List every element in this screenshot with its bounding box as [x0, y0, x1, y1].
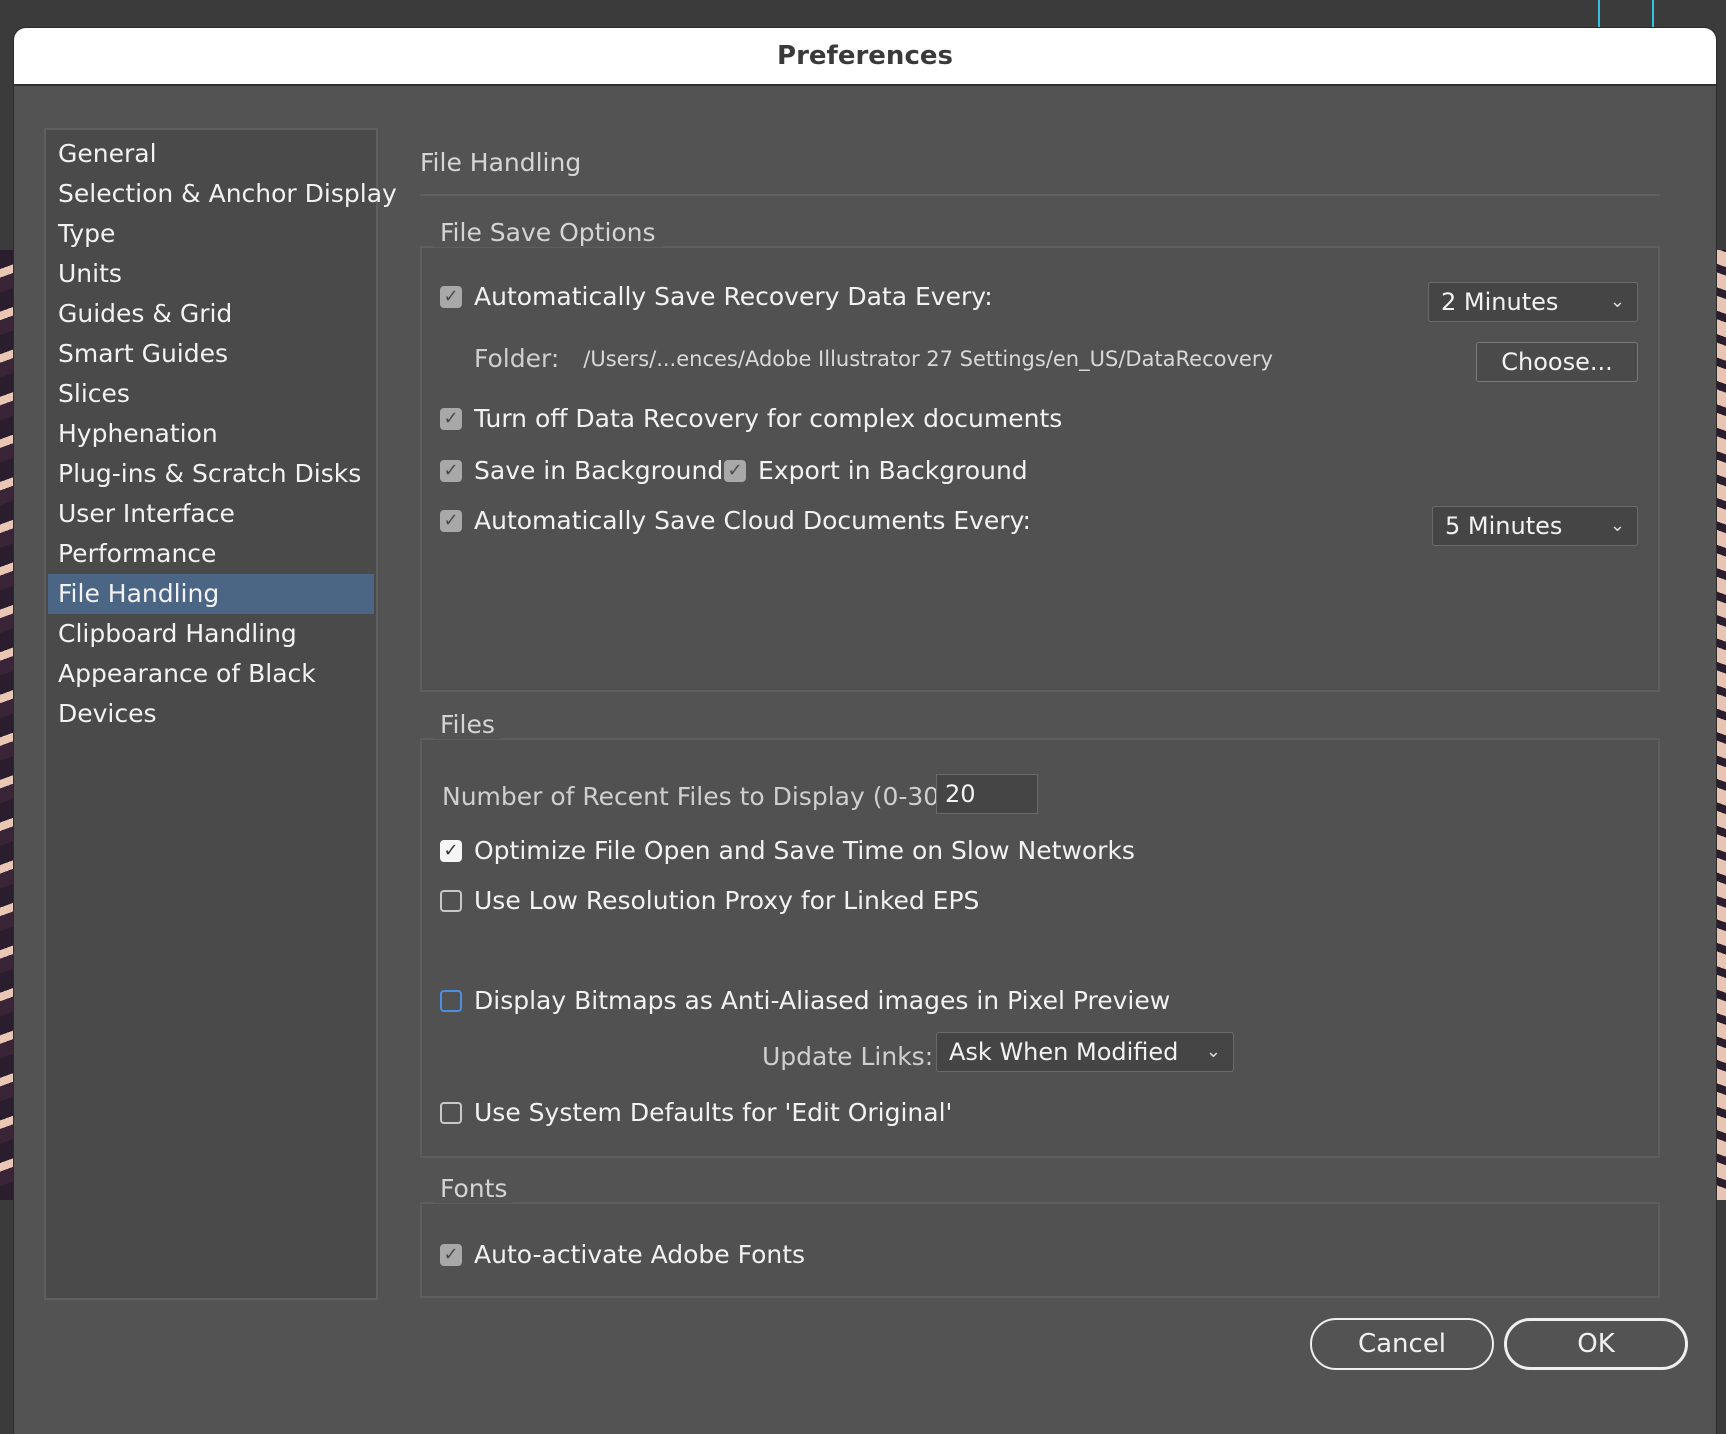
auto-save-recovery-checkbox[interactable]: ✓ — [440, 285, 462, 308]
update-links-select[interactable]: Ask When Modified ⌄ — [936, 1032, 1234, 1072]
choose-folder-button[interactable]: Choose... — [1476, 342, 1638, 382]
sidebar-item-type[interactable]: Type — [48, 214, 374, 254]
auto-activate-fonts-row[interactable]: ✓ Auto-activate Adobe Fonts — [440, 1240, 805, 1269]
sidebar-item-selection-anchor-display[interactable]: Selection & Anchor Display — [48, 174, 397, 214]
optimize-slow-networks-row[interactable]: ✓ Optimize File Open and Save Time on Sl… — [440, 836, 1135, 865]
anti-aliased-bitmaps-checkbox[interactable] — [440, 989, 462, 1012]
auto-activate-fonts-checkbox[interactable]: ✓ — [440, 1243, 462, 1266]
turn-off-recovery-label: Turn off Data Recovery for complex docum… — [474, 404, 1063, 433]
update-links-label: Update Links: — [762, 1042, 934, 1071]
sidebar-item-appearance-of-black[interactable]: Appearance of Black — [48, 654, 374, 694]
cloud-interval-select[interactable]: 5 Minutes ⌄ — [1432, 506, 1638, 546]
sidebar-item-units[interactable]: Units — [48, 254, 374, 294]
fonts-group: Fonts ✓ Auto-activate Adobe Fonts — [420, 1174, 1660, 1298]
anti-aliased-bitmaps-label: Display Bitmaps as Anti-Aliased images i… — [474, 986, 1171, 1015]
group-title-file-save-options: File Save Options — [434, 218, 662, 247]
sidebar-item-general[interactable]: General — [48, 134, 374, 174]
auto-activate-fonts-label: Auto-activate Adobe Fonts — [474, 1240, 806, 1269]
guide-line — [1598, 0, 1600, 28]
sidebar-item-devices[interactable]: Devices — [48, 694, 374, 734]
checkmark-icon: ✓ — [443, 509, 459, 531]
preferences-sidebar: General Selection & Anchor Display Type … — [44, 128, 397, 1300]
export-in-background-checkbox[interactable]: ✓ — [724, 459, 746, 482]
background-artwork-right — [1716, 250, 1726, 1200]
folder-label: Folder: — [474, 344, 560, 373]
checkmark-icon: ✓ — [443, 459, 459, 481]
folder-path: /Users/...ences/Adobe Illustrator 27 Set… — [583, 346, 1273, 371]
anti-aliased-bitmaps-row[interactable]: Display Bitmaps as Anti-Aliased images i… — [440, 986, 1170, 1015]
system-defaults-edit-original-label: Use System Defaults for 'Edit Original' — [474, 1098, 953, 1127]
files-group: Files Number of Recent Files to Display … — [420, 710, 1660, 1158]
update-links-value: Ask When Modified — [949, 1038, 1179, 1066]
low-res-proxy-label: Use Low Resolution Proxy for Linked EPS — [474, 886, 980, 915]
ok-button[interactable]: OK — [1504, 1318, 1688, 1370]
save-in-background-checkbox[interactable]: ✓ — [440, 459, 462, 482]
sidebar-item-hyphenation[interactable]: Hyphenation — [48, 414, 374, 454]
chevron-down-icon: ⌄ — [1205, 1041, 1221, 1062]
chevron-down-icon: ⌄ — [1609, 291, 1625, 312]
title-divider — [420, 194, 1660, 196]
sidebar-item-performance[interactable]: Performance — [48, 534, 374, 574]
export-in-background-row[interactable]: ✓ Export in Background — [724, 456, 1028, 485]
export-in-background-label: Export in Background — [758, 456, 1028, 485]
dialog-title: Preferences — [777, 41, 953, 71]
background-artwork-left — [0, 250, 14, 1200]
auto-save-recovery-row[interactable]: ✓ Automatically Save Recovery Data Every… — [440, 282, 993, 311]
turn-off-recovery-row[interactable]: ✓ Turn off Data Recovery for complex doc… — [440, 404, 1062, 433]
auto-save-cloud-label: Automatically Save Cloud Documents Every… — [474, 506, 1031, 535]
title-bar[interactable]: Preferences — [14, 28, 1716, 86]
recovery-interval-value: 2 Minutes — [1441, 288, 1559, 316]
save-in-background-label: Save in Background — [474, 456, 724, 485]
optimize-slow-networks-checkbox[interactable]: ✓ — [440, 839, 462, 862]
chevron-down-icon: ⌄ — [1609, 515, 1625, 536]
guide-line — [1652, 0, 1654, 28]
low-res-proxy-row[interactable]: Use Low Resolution Proxy for Linked EPS — [440, 886, 979, 915]
recent-files-row: Number of Recent Files to Display (0-30)… — [442, 782, 957, 811]
group-title-files: Files — [434, 710, 501, 739]
sidebar-item-guides-grid[interactable]: Guides & Grid — [48, 294, 374, 334]
system-defaults-edit-original-checkbox[interactable] — [440, 1101, 462, 1124]
update-links-row: Update Links: — [762, 1042, 933, 1071]
sidebar-item-clipboard-handling[interactable]: Clipboard Handling — [48, 614, 374, 654]
turn-off-recovery-checkbox[interactable]: ✓ — [440, 407, 462, 430]
sidebar-item-slices[interactable]: Slices — [48, 374, 374, 414]
folder-row: Folder: /Users/...ences/Adobe Illustrato… — [474, 344, 1273, 373]
preferences-dialog: Preferences General Selection & Anchor D… — [14, 28, 1716, 1434]
checkmark-icon: ✓ — [443, 1243, 459, 1265]
page-title: File Handling — [420, 148, 582, 177]
low-res-proxy-checkbox[interactable] — [440, 889, 462, 912]
sidebar-item-user-interface[interactable]: User Interface — [48, 494, 374, 534]
auto-save-recovery-label: Automatically Save Recovery Data Every: — [474, 282, 993, 311]
auto-save-cloud-checkbox[interactable]: ✓ — [440, 509, 462, 532]
recent-files-label: Number of Recent Files to Display (0-30)… — [442, 782, 958, 811]
file-save-options-group: File Save Options ✓ Automatically Save R… — [420, 218, 1660, 692]
recent-files-input[interactable] — [936, 774, 1038, 814]
cloud-interval-value: 5 Minutes — [1445, 512, 1563, 540]
group-title-fonts: Fonts — [434, 1174, 514, 1203]
checkmark-icon: ✓ — [443, 407, 459, 429]
auto-save-cloud-row[interactable]: ✓ Automatically Save Cloud Documents Eve… — [440, 506, 1031, 535]
checkmark-icon: ✓ — [443, 285, 459, 307]
optimize-slow-networks-label: Optimize File Open and Save Time on Slow… — [474, 836, 1135, 865]
system-defaults-edit-original-row[interactable]: Use System Defaults for 'Edit Original' — [440, 1098, 952, 1127]
sidebar-item-file-handling[interactable]: File Handling — [48, 574, 374, 614]
save-in-background-row[interactable]: ✓ Save in Background — [440, 456, 723, 485]
checkmark-icon: ✓ — [443, 839, 459, 861]
cancel-button[interactable]: Cancel — [1310, 1318, 1494, 1370]
recovery-interval-select[interactable]: 2 Minutes ⌄ — [1428, 282, 1638, 322]
checkmark-icon: ✓ — [727, 459, 743, 481]
sidebar-item-smart-guides[interactable]: Smart Guides — [48, 334, 374, 374]
sidebar-item-plugins-scratch-disks[interactable]: Plug-ins & Scratch Disks — [48, 454, 374, 494]
